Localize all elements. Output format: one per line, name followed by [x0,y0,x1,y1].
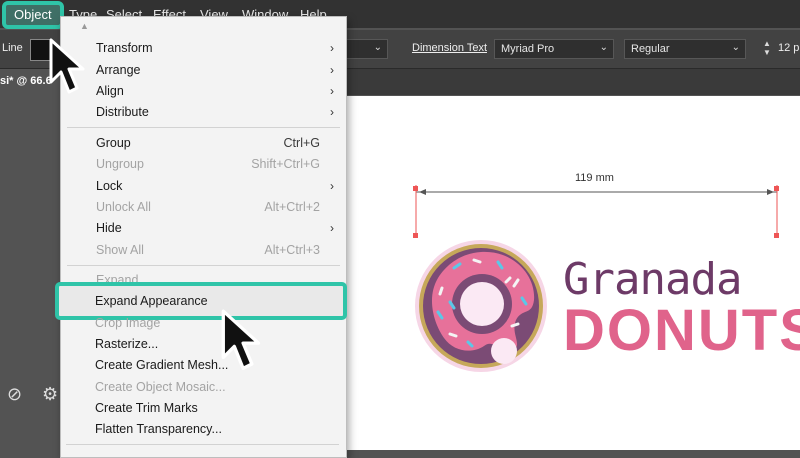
font-style-dropdown[interactable]: Regular ⌄ [624,39,746,59]
donut-logo-icon [415,240,547,372]
menu-item-flatten-transparency[interactable]: Flatten Transparency... [95,422,222,436]
menu-item-create-trim-marks[interactable]: Create Trim Marks [95,401,198,415]
font-style-value: Regular [631,43,670,55]
dimension-label: 119 mm [575,172,614,184]
stroke-label: Line [2,42,23,54]
menu-item-create-gradient-mesh[interactable]: Create Gradient Mesh... [95,358,228,372]
dimension-line[interactable] [410,180,785,242]
object-menu-lower: Expand Appearance Crop Image Rasterize..… [60,16,345,456]
stroke-weight-dropdown[interactable]: ⌄ [344,39,388,59]
menu-item-rasterize[interactable]: Rasterize... [95,337,158,351]
menu-object[interactable]: Object [14,7,52,22]
menu-divider [66,444,339,445]
gear-icon[interactable]: ⚙ [42,384,58,405]
panel-icons: ⊘ ⚙ [0,380,62,410]
font-size-value[interactable]: 12 p [778,42,799,54]
font-family-dropdown[interactable]: Myriad Pro ⌄ [494,39,614,59]
dimension-text-link[interactable]: Dimension Text [412,42,487,54]
chevron-down-icon: ⌄ [599,42,608,53]
chevron-down-icon: ⌄ [373,42,382,53]
mouse-cursor-icon [49,38,85,94]
mouse-cursor-icon [221,309,261,371]
menu-item-crop-image[interactable]: Crop Image [95,316,160,330]
no-entry-icon[interactable]: ⊘ [7,384,22,405]
menu-item-expand-appearance[interactable]: Expand Appearance [95,294,208,308]
menu-item-create-object-mosaic[interactable]: Create Object Mosaic... [95,380,226,394]
logo-text-donuts: DONUTS [563,298,800,363]
chevron-down-icon: ⌄ [731,42,740,53]
document-tab-title: si* @ 66.6 [0,75,52,87]
font-size-stepper[interactable]: ▲ ▼ [760,39,774,59]
font-family-value: Myriad Pro [501,43,555,55]
